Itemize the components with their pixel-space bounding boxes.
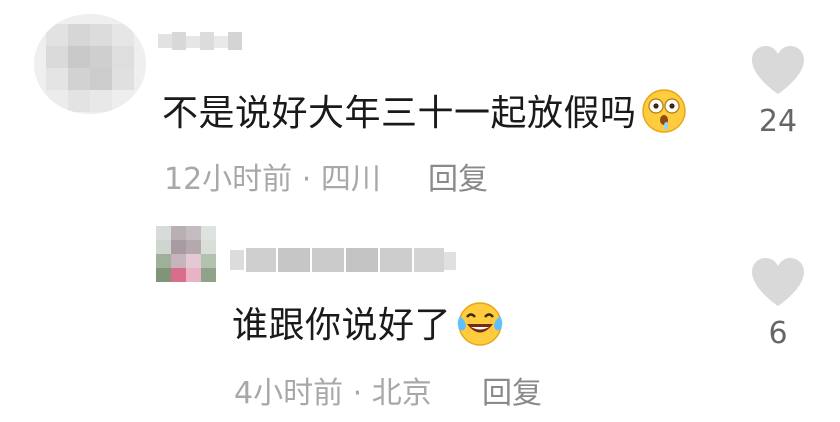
heart-icon <box>752 258 804 306</box>
comment-meta: 12小时前 · 四川 <box>164 154 381 198</box>
avatar[interactable] <box>156 226 216 282</box>
username-blurred[interactable] <box>230 244 456 274</box>
comment-text: 不是说好大年三十一起放假吗 <box>162 84 687 143</box>
like-count: 6 <box>768 316 788 351</box>
reply-button[interactable]: 回复 <box>428 154 488 198</box>
comment-time: 12小时前 <box>164 162 293 197</box>
comment-location: 四川 <box>320 162 381 197</box>
heart-icon <box>752 46 804 94</box>
reply-text: 谁跟你说好了 <box>232 296 505 356</box>
meta-separator: · <box>352 376 363 411</box>
laughing-crying-emoji <box>455 299 505 356</box>
reply-meta: 4小时前 · 北京 <box>234 368 432 412</box>
like-count: 24 <box>758 104 798 139</box>
like-button[interactable]: 24 <box>746 44 810 139</box>
like-button[interactable]: 6 <box>746 256 810 351</box>
shocked-drooling-emoji <box>641 88 687 143</box>
reply-location: 北京 <box>371 376 432 411</box>
reply-time: 4小时前 <box>234 376 344 411</box>
username-blurred[interactable] <box>158 30 242 52</box>
reply-button[interactable]: 回复 <box>482 368 542 412</box>
avatar[interactable] <box>34 14 146 114</box>
meta-separator: · <box>301 162 312 197</box>
